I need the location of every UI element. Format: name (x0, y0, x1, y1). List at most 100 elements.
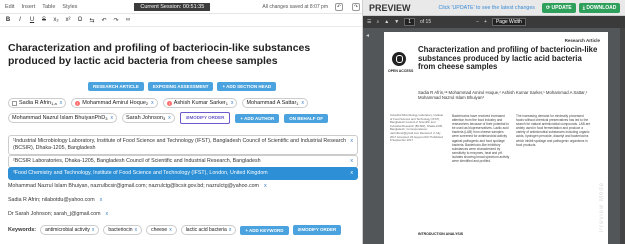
next-page-icon[interactable]: ▼ (394, 19, 399, 25)
select-box[interactable] (12, 100, 17, 106)
page-watermark: Preview Mode (599, 181, 605, 232)
article-title[interactable]: Characterization and profiling of bacter… (8, 42, 348, 67)
email-row[interactable]: Sadia R Afrin; nilabotdu@yahoo.com x (8, 197, 102, 203)
keyword-chip[interactable]: bacteriocin x (103, 225, 143, 235)
author-affil-number: 2 (145, 100, 149, 106)
on-behalf-of-button[interactable]: ON BEHALF OF (284, 113, 328, 123)
remove-icon[interactable]: x (302, 100, 305, 106)
email-text: Dr Sarah Johnson; sarah_j@gmail.com (8, 211, 101, 217)
author-chip[interactable]: Sarah Johnson 3 x (121, 113, 175, 123)
remove-icon[interactable]: x (350, 138, 353, 145)
sidebar-toggle-icon[interactable]: ☰ (367, 19, 371, 25)
link-icon[interactable]: ∞ (125, 17, 131, 23)
thumbnail-nav: ◂ (366, 32, 378, 40)
superscript-icon[interactable]: x² (65, 17, 71, 23)
page-sidebar-column: Industrial Microbiology Laboratory, Inst… (390, 113, 444, 143)
add-section-head-button[interactable]: + ADD SECTION HEAD (217, 82, 277, 91)
scrollbar[interactable] (620, 28, 625, 244)
author-chip[interactable]: ! Mohammad Amirul Hoque 2 x (71, 98, 158, 108)
underline-icon[interactable]: U (29, 17, 35, 23)
remove-icon[interactable]: x (231, 100, 234, 106)
italic-icon[interactable]: I (17, 17, 23, 23)
pdf-page: Research Article OPEN ACCESS Characteriz… (384, 32, 608, 244)
author-name: Sarah Johnson (125, 115, 163, 121)
author-affil-number: 3 (105, 115, 108, 121)
redo-icon[interactable]: ↷ (352, 2, 360, 11)
direction-icon[interactable]: ⇆ (89, 17, 95, 24)
zoom-out-icon[interactable]: − (476, 19, 479, 25)
affiliation-item-selected[interactable]: x ³Food Chemistry and Technology, Institu… (8, 167, 358, 180)
preview-title: PREVIEW (369, 2, 411, 13)
nav-arrow-icon[interactable]: ◂ (366, 33, 369, 39)
zoom-in-icon[interactable]: + (484, 19, 487, 25)
author-chip[interactable]: Mohammad Nazrul Islam BhuiyanPhD 3 x (8, 113, 117, 123)
remove-icon[interactable]: x (169, 227, 172, 233)
research-article-button[interactable]: RESEARCH ARTICLE (88, 82, 144, 91)
add-author-button[interactable]: + ADD AUTHOR (235, 113, 280, 123)
keyword-text: antimicrobial activity (45, 227, 90, 233)
author-chip[interactable]: Sadia R Afrin 1,a x (8, 98, 67, 108)
redo-toolbar-icon[interactable]: ↷ (113, 17, 119, 24)
remove-icon[interactable]: x (135, 227, 138, 233)
update-hint: Click 'UPDATE' to see the latest changes (438, 4, 535, 11)
remove-icon[interactable]: x (350, 170, 353, 177)
author-name: Mohammad Nazrul Islam BhuiyanPhD (12, 115, 106, 121)
modify-order-button[interactable]: ⊘MODIFY ORDER (179, 112, 231, 124)
affiliation-item[interactable]: x ¹Industrial Microbiology Laboratory, In… (8, 135, 358, 155)
page-body-column: The increasing demand for minimally proc… (516, 114, 591, 147)
author-chip[interactable]: ! Ashish Kumar Sarker 1 x (162, 98, 238, 108)
page-number-input[interactable]: 1 (404, 18, 415, 26)
subscript-icon[interactable]: x₂ (53, 17, 59, 23)
remove-icon[interactable]: x (168, 115, 171, 121)
format-toolbar: B I U S x₂ x² Ω ⇆ ↶ ↷ ∞ (0, 14, 362, 27)
remove-icon[interactable]: x (151, 100, 154, 106)
email-text: Sadia R Afrin; nilabotdu@yahoo.com (8, 197, 95, 203)
menu-styles[interactable]: Styles (62, 4, 77, 10)
bold-icon[interactable]: B (5, 17, 11, 23)
remove-icon[interactable]: x (264, 183, 267, 189)
strikethrough-icon[interactable]: S (41, 17, 47, 23)
exposing-assessment-button[interactable]: EXPOSING ASSESSMENT (147, 82, 214, 91)
keywords-label: Keywords: (8, 227, 37, 233)
open-access-icon (392, 52, 406, 66)
affiliation-text: ¹Industrial Microbiology Laboratory, Ins… (13, 138, 347, 151)
find-icon[interactable]: ⌕ (376, 19, 379, 25)
author-name: Mohammad A Sattar (246, 100, 297, 106)
menu-table[interactable]: Table (42, 4, 55, 10)
page-title: Characterization and profiling of bacter… (418, 45, 598, 72)
page-count: of 15 (419, 19, 432, 25)
menu-insert[interactable]: Insert (21, 4, 35, 10)
keyword-chip[interactable]: antimicrobial activity x (40, 225, 100, 235)
add-keyword-button[interactable]: + ADD KEYWORD (240, 225, 289, 235)
prev-page-icon[interactable]: ▲ (384, 19, 389, 25)
author-chip[interactable]: Mohammad A Sattar 1 x (242, 98, 309, 108)
menubar: Edit Insert Table Styles Current Session… (0, 0, 362, 14)
update-button[interactable]: ⟳ UPDATE (541, 2, 576, 13)
zoom-select[interactable]: Page Width (491, 18, 526, 26)
keyword-text: cheese (151, 227, 168, 233)
author-affil-number: 1,a (51, 100, 57, 106)
keyword-chip[interactable]: cheese x (146, 225, 177, 235)
undo-toolbar-icon[interactable]: ↶ (101, 17, 107, 24)
preview-pane: PREVIEW Click 'UPDATE' to see the latest… (363, 0, 625, 244)
warning-badge: ! (75, 100, 81, 106)
menu-edit[interactable]: Edit (5, 4, 14, 10)
modify-keyword-order-button[interactable]: ⊘MODIFY ORDER (292, 225, 342, 235)
warning-badge: ! (166, 100, 172, 106)
remove-icon[interactable]: x (110, 115, 113, 121)
email-row[interactable]: Dr Sarah Johnson; sarah_j@gmail.com x (8, 211, 108, 217)
remove-icon[interactable]: x (100, 197, 103, 203)
remove-icon[interactable]: x (350, 158, 353, 165)
remove-icon[interactable]: x (229, 227, 232, 233)
keywords-row: Keywords: antimicrobial activity x bacter… (8, 225, 342, 235)
omega-icon[interactable]: Ω (77, 17, 83, 23)
remove-icon[interactable]: x (60, 100, 63, 106)
save-status: All changes saved at 8:07 pm (262, 3, 328, 10)
keyword-chip[interactable]: lactic acid bacteria x (180, 225, 237, 235)
author-name: Mohammad Amirul Hoque (82, 100, 146, 106)
download-button[interactable]: ⤓ DOWNLOAD (578, 2, 621, 13)
remove-icon[interactable]: x (106, 211, 109, 217)
undo-icon[interactable]: ↶ (335, 2, 343, 11)
remove-icon[interactable]: x (92, 227, 95, 233)
email-row[interactable]: Mohammad Nazrul Islam Bhuiyan, nazrulbcs… (8, 183, 267, 189)
